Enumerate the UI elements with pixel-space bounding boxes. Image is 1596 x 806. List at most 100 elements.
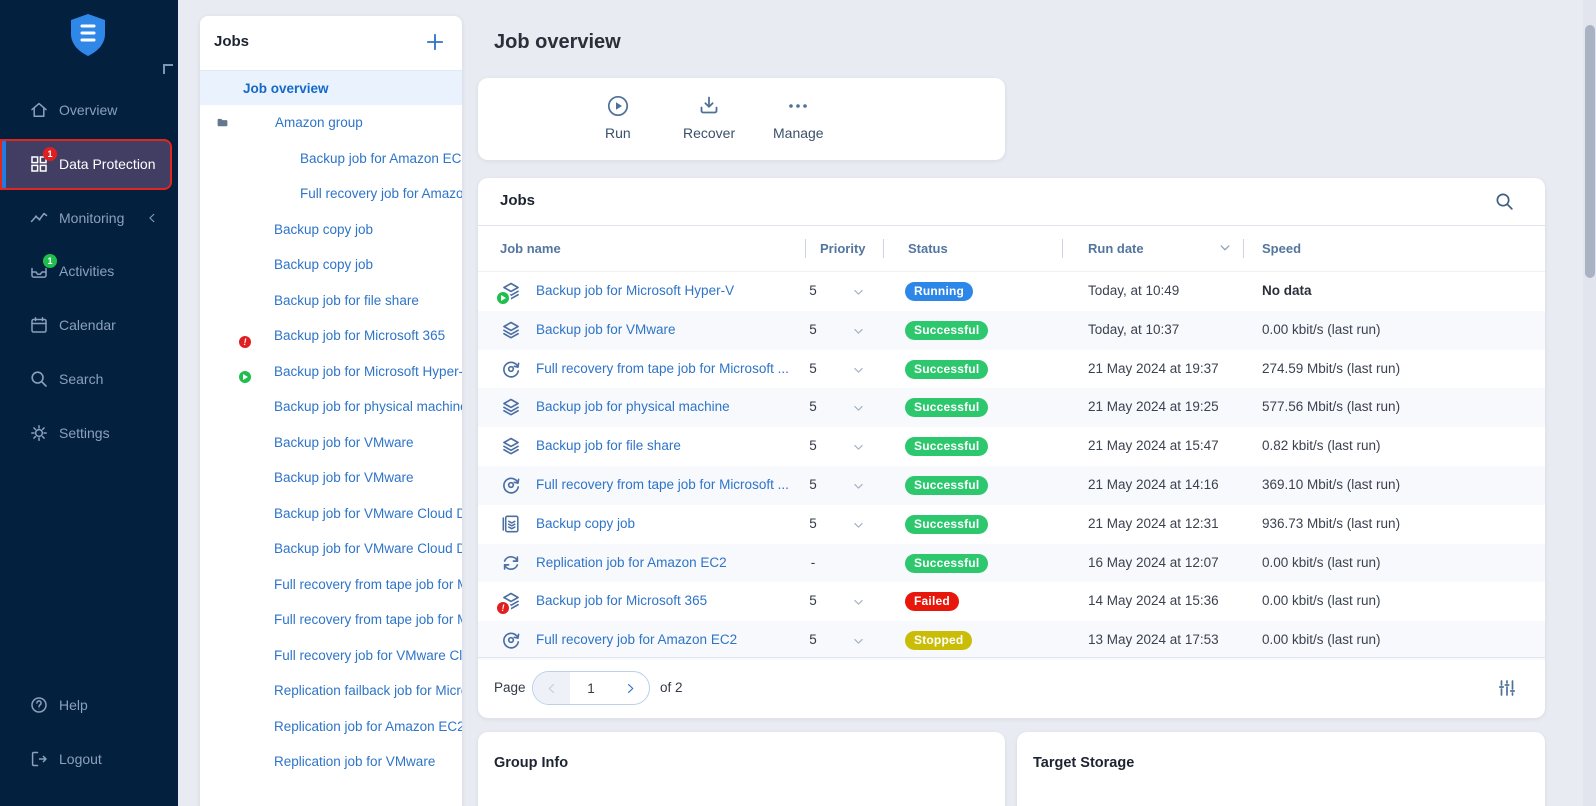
job-name-link[interactable]: Full recovery job for Amazon EC2 — [536, 632, 791, 647]
jobs-tree-item[interactable]: Replication job for Amazon EC2 — [200, 709, 462, 745]
priority-dropdown-icon[interactable] — [852, 596, 865, 609]
jobs-tree-item[interactable]: Full recovery from tape job for Micr — [200, 567, 462, 603]
job-name-link[interactable]: Backup job for file share — [536, 438, 791, 453]
chevron-down-icon[interactable] — [216, 116, 229, 129]
priority-dropdown-icon[interactable] — [852, 441, 865, 454]
col-status[interactable]: Status — [908, 241, 948, 256]
jobs-table-header: Jobs — [478, 178, 1545, 226]
table-row[interactable]: Backup job for Microsoft Hyper-V 5 Runni… — [478, 272, 1545, 311]
jobs-tree-item[interactable]: Backup job for Microsoft 365 — [200, 318, 462, 354]
sidebar-expand-corner-icon[interactable] — [163, 64, 173, 74]
job-name-link[interactable]: Backup job for Microsoft Hyper-V — [536, 283, 791, 298]
sidebar-item-settings[interactable]: Settings — [0, 415, 178, 451]
col-priority[interactable]: Priority — [820, 241, 866, 256]
chevron-left-icon[interactable] — [146, 212, 158, 224]
jobs-tree-item[interactable]: Replication job for VMware — [200, 744, 462, 780]
job-type-icon — [500, 280, 522, 302]
sidebar-item-data-protection[interactable]: 1 Data Protection — [2, 146, 180, 182]
jobs-tree-item-label: Backup job for VMware — [274, 470, 414, 485]
table-row[interactable]: Backup job for Microsoft 365 5 Failed 14… — [478, 582, 1545, 621]
grid-icon: 1 — [29, 154, 49, 174]
job-type-icon — [500, 513, 522, 535]
priority-dropdown-icon[interactable] — [852, 635, 865, 648]
job-name-link[interactable]: Backup copy job — [536, 516, 791, 531]
job-type-icon — [500, 319, 522, 341]
priority-value: 5 — [804, 516, 822, 531]
jobs-tree-item-label: Replication failback job for Microso — [274, 683, 462, 698]
job-type-icon — [242, 539, 262, 559]
vertical-scrollbar-thumb[interactable] — [1585, 25, 1595, 278]
home-icon — [29, 100, 49, 120]
jobs-tree-item[interactable]: Job overview — [200, 71, 462, 105]
current-page-value[interactable]: 1 — [570, 681, 612, 696]
job-type-icon — [268, 184, 288, 204]
sidebar-item-monitoring[interactable]: Monitoring — [0, 200, 178, 236]
jobs-tree-item[interactable]: Backup copy job — [200, 247, 462, 283]
job-name-link[interactable]: Replication job for Amazon EC2 — [536, 555, 791, 570]
priority-value: 5 — [804, 322, 822, 337]
jobs-tree: Job overview Amazon group Backup job for… — [200, 71, 462, 806]
add-job-button[interactable] — [424, 31, 446, 53]
priority-dropdown-icon[interactable] — [852, 480, 865, 493]
priority-dropdown-icon[interactable] — [852, 286, 865, 299]
jobs-tree-item[interactable]: Full recovery job for Amazon E — [200, 176, 462, 212]
run-button[interactable]: Run — [605, 94, 631, 141]
col-run-date[interactable]: Run date — [1088, 241, 1144, 256]
jobs-tree-item[interactable]: Backup job for file share — [200, 283, 462, 319]
job-name-link[interactable]: Backup job for VMware — [536, 322, 791, 337]
jobs-panel-header: Jobs — [200, 16, 462, 71]
next-page-button[interactable] — [612, 672, 649, 704]
jobs-tree-item-label: Job overview — [243, 81, 329, 96]
manage-button[interactable]: Manage — [773, 94, 824, 141]
col-job-name[interactable]: Job name — [500, 241, 561, 256]
priority-dropdown-icon[interactable] — [852, 325, 865, 338]
jobs-tree-item[interactable]: Amazon group — [200, 105, 462, 141]
sidebar-item-activities[interactable]: 1 Activities — [0, 253, 178, 289]
table-row[interactable]: Backup job for VMware 5 Successful Today… — [478, 311, 1545, 350]
recover-button[interactable]: Recover — [683, 94, 735, 141]
jobs-tree-item[interactable]: Backup job for VMware Cloud Direc — [200, 531, 462, 567]
sidebar-item-logout[interactable]: Logout — [0, 741, 178, 777]
sidebar: Overview 1 Data Protection Monitoring 1 … — [0, 0, 178, 806]
table-column-header: Job name Priority Status Run date Speed — [478, 226, 1545, 272]
priority-dropdown-icon[interactable] — [852, 402, 865, 415]
sort-chevron-down-icon[interactable] — [1218, 241, 1232, 255]
sidebar-item-data-protection-selected[interactable]: 1 Data Protection — [0, 139, 172, 190]
job-name-link[interactable]: Full recovery from tape job for Microsof… — [536, 477, 791, 492]
speed-value: 0.82 kbit/s (last run) — [1262, 438, 1381, 453]
table-row[interactable]: Backup job for physical machine 5 Succes… — [478, 388, 1545, 427]
jobs-tree-item[interactable] — [200, 780, 462, 806]
prev-page-button[interactable] — [533, 672, 570, 704]
search-icon[interactable] — [1494, 191, 1515, 212]
jobs-tree-item-label: Backup job for file share — [274, 293, 419, 308]
job-name-link[interactable]: Backup job for physical machine — [536, 399, 791, 414]
jobs-tree-item[interactable]: Full recovery from tape job for Micr — [200, 602, 462, 638]
table-row[interactable]: Full recovery from tape job for Microsof… — [478, 466, 1545, 505]
table-row[interactable]: Backup copy job 5 Successful 21 May 2024… — [478, 505, 1545, 544]
priority-dropdown-icon[interactable] — [852, 364, 865, 377]
jobs-tree-item[interactable]: Backup job for VMware — [200, 425, 462, 461]
jobs-tree-item[interactable]: Full recovery job for VMware Cloud — [200, 638, 462, 674]
jobs-tree-item[interactable]: Replication failback job for Microso — [200, 673, 462, 709]
col-speed[interactable]: Speed — [1262, 241, 1301, 256]
sidebar-item-search[interactable]: Search — [0, 361, 178, 397]
jobs-tree-item[interactable]: Backup job for VMware Cloud Direc — [200, 496, 462, 532]
table-row[interactable]: Backup job for file share 5 Successful 2… — [478, 427, 1545, 466]
jobs-tree-item[interactable]: Backup job for Microsoft Hyper-V — [200, 354, 462, 390]
run-date-value: 21 May 2024 at 15:47 — [1088, 438, 1219, 453]
sidebar-item-calendar[interactable]: Calendar — [0, 307, 178, 343]
job-name-link[interactable]: Full recovery from tape job for Microsof… — [536, 361, 791, 376]
table-row[interactable]: Full recovery job for Amazon EC2 5 Stopp… — [478, 621, 1545, 660]
jobs-tree-item[interactable]: Backup job for VMware — [200, 460, 462, 496]
jobs-tree-item[interactable]: Backup copy job — [200, 212, 462, 248]
sliders-icon[interactable] — [1497, 678, 1517, 698]
column-separator — [805, 239, 806, 258]
job-name-link[interactable]: Backup job for Microsoft 365 — [536, 593, 791, 608]
priority-dropdown-icon[interactable] — [852, 519, 865, 532]
jobs-tree-item[interactable]: Backup job for Amazon EC2 — [200, 141, 462, 177]
jobs-tree-item[interactable]: Backup job for physical machine — [200, 389, 462, 425]
sidebar-item-help[interactable]: Help — [0, 687, 178, 723]
sidebar-item-overview[interactable]: Overview — [0, 92, 178, 128]
table-row[interactable]: Replication job for Amazon EC2 - Success… — [478, 544, 1545, 583]
table-row[interactable]: Full recovery from tape job for Microsof… — [478, 350, 1545, 389]
